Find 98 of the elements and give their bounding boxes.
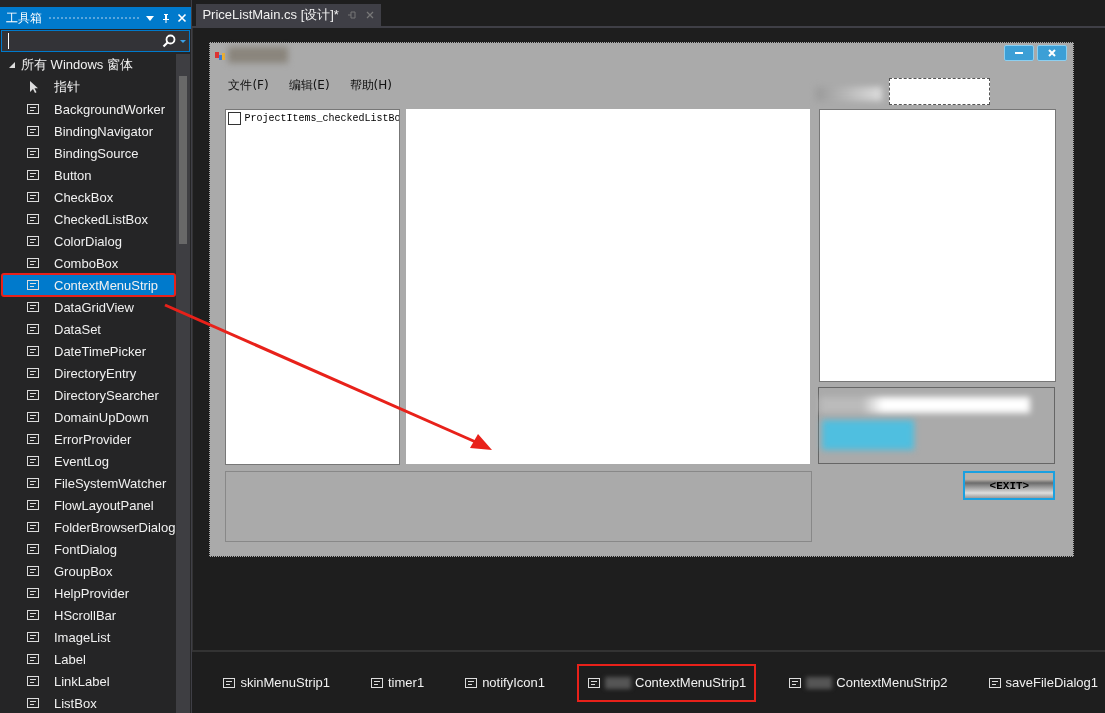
component-icon — [26, 454, 40, 468]
toolbox-item[interactable]: BindingNavigator — [2, 120, 176, 142]
toolbox-item[interactable]: EventLog — [2, 450, 176, 472]
dropdown-icon[interactable] — [179, 37, 188, 45]
toolbox-item[interactable]: FolderBrowserDialog — [2, 516, 176, 538]
toolbox-item[interactable]: Button — [2, 164, 176, 186]
toolbox-item[interactable]: Label — [2, 648, 176, 670]
toolbox-item[interactable]: DataSet — [2, 318, 176, 340]
dropdown-icon[interactable] — [145, 13, 156, 23]
toolbox-item[interactable]: ListBox — [2, 692, 176, 713]
toolbox-item[interactable]: DataGridView — [2, 296, 176, 318]
app-icon — [214, 49, 227, 61]
component-icon — [26, 366, 40, 380]
scrollbar[interactable] — [176, 54, 191, 713]
component-icon — [26, 256, 40, 270]
component-icon — [222, 675, 237, 690]
component-icon — [26, 388, 40, 402]
menu-item[interactable]: 编辑(E) — [288, 77, 330, 94]
component-icon — [26, 586, 40, 600]
toolbox-item[interactable]: DomainUpDown — [2, 406, 176, 428]
expand-icon[interactable] — [8, 61, 16, 69]
menu-item[interactable]: 文件(F) — [228, 77, 269, 94]
list-item-label: ProjectItems_checkedListBo — [244, 113, 400, 124]
component-icon — [26, 696, 40, 710]
checkbox[interactable] — [228, 112, 242, 125]
component-icon — [26, 146, 40, 160]
component-icon — [788, 675, 803, 690]
component-icon — [26, 520, 40, 534]
toolbox-item[interactable]: DirectoryEntry — [2, 362, 176, 384]
checked-list-box[interactable]: ProjectItems_checkedListBo — [225, 109, 401, 465]
toolbox-item[interactable]: DirectorySearcher — [2, 384, 176, 406]
search-field[interactable] — [1, 30, 191, 52]
category-header[interactable]: 所有 Windows 窗体 — [0, 54, 176, 76]
toolbox-item[interactable]: LinkLabel — [2, 670, 176, 692]
component-item[interactable]: ContextMenuStrip1 — [577, 663, 757, 702]
close-icon — [1047, 48, 1058, 58]
component-icon — [26, 322, 40, 336]
form-window[interactable]: 文件(F) 编辑(E) 帮助(H) ProjectItems_checkedListBo <EXIT> — [209, 42, 1075, 557]
component-icon — [464, 675, 479, 690]
component-item[interactable]: notifyIcon1 — [456, 663, 553, 702]
toolbox-item[interactable]: BackgroundWorker — [2, 98, 176, 120]
component-icon — [26, 498, 40, 512]
component-icon — [26, 344, 40, 358]
toolbox-item[interactable]: ContextMenuStrip — [2, 274, 176, 296]
toolbox-item[interactable]: GroupBox — [2, 560, 176, 582]
component-icon — [26, 212, 40, 226]
toolbox-item[interactable]: CheckedListBox — [2, 208, 176, 230]
toolbox-item[interactable]: FlowLayoutPanel — [2, 494, 176, 516]
toolbox-item[interactable]: ImageList — [2, 626, 176, 648]
toolbox-item[interactable]: HelpProvider — [2, 582, 176, 604]
toolbox-item[interactable]: CheckBox — [2, 186, 176, 208]
component-icon — [26, 476, 40, 490]
component-item[interactable]: saveFileDialog1 — [979, 663, 1105, 702]
minimize-icon — [1014, 52, 1025, 54]
close-icon[interactable] — [364, 10, 375, 20]
component-icon — [26, 124, 40, 138]
component-icon — [26, 674, 40, 688]
exit-button[interactable]: <EXIT> — [963, 471, 1056, 500]
component-icon — [987, 675, 1002, 690]
text-cursor — [8, 33, 9, 49]
blurred-patch — [228, 47, 289, 63]
toolbox-item[interactable]: HScrollBar — [2, 604, 176, 626]
component-icon — [26, 630, 40, 644]
pin-icon[interactable] — [161, 13, 172, 23]
component-icon — [26, 432, 40, 446]
toolbox-item[interactable]: ErrorProvider — [2, 428, 176, 450]
component-icon — [26, 608, 40, 622]
component-icon — [26, 542, 40, 556]
toolbox-item[interactable]: DateTimePicker — [2, 340, 176, 362]
component-item[interactable]: skinMenuStrip1 — [214, 663, 338, 702]
blurred-patch — [816, 87, 883, 101]
close-icon[interactable] — [177, 13, 188, 23]
panel-title: 工具箱 — [6, 9, 42, 27]
component-icon — [26, 168, 40, 182]
component-icon — [26, 278, 40, 292]
search-icon[interactable] — [162, 34, 177, 48]
toolbox-item[interactable]: ComboBox — [2, 252, 176, 274]
component-icon — [26, 190, 40, 204]
toolbox-item[interactable]: FileSystemWatcher — [2, 472, 176, 494]
component-icon — [26, 652, 40, 666]
component-icon — [26, 300, 40, 314]
component-icon — [370, 675, 384, 690]
component-icon — [26, 564, 40, 578]
component-icon — [26, 410, 40, 424]
toolbox-item[interactable]: BindingSource — [2, 142, 176, 164]
menu-item[interactable]: 帮助(H) — [349, 77, 392, 94]
component-icon — [26, 234, 40, 248]
document-tab[interactable]: PriceListMain.cs [设计]* — [196, 4, 381, 26]
toolbox-item[interactable]: FontDialog — [2, 538, 176, 560]
component-item[interactable]: ContextMenuStrip2 — [780, 663, 956, 702]
component-icon — [26, 102, 40, 116]
component-icon — [587, 675, 601, 690]
component-item[interactable]: timer1 — [362, 663, 433, 702]
toolbox-item[interactable]: 指针 — [2, 76, 176, 98]
close-button[interactable] — [1037, 45, 1068, 61]
text-field[interactable] — [889, 78, 991, 105]
minimize-button[interactable] — [1004, 45, 1035, 61]
toolbox-item[interactable]: ColorDialog — [2, 230, 176, 252]
